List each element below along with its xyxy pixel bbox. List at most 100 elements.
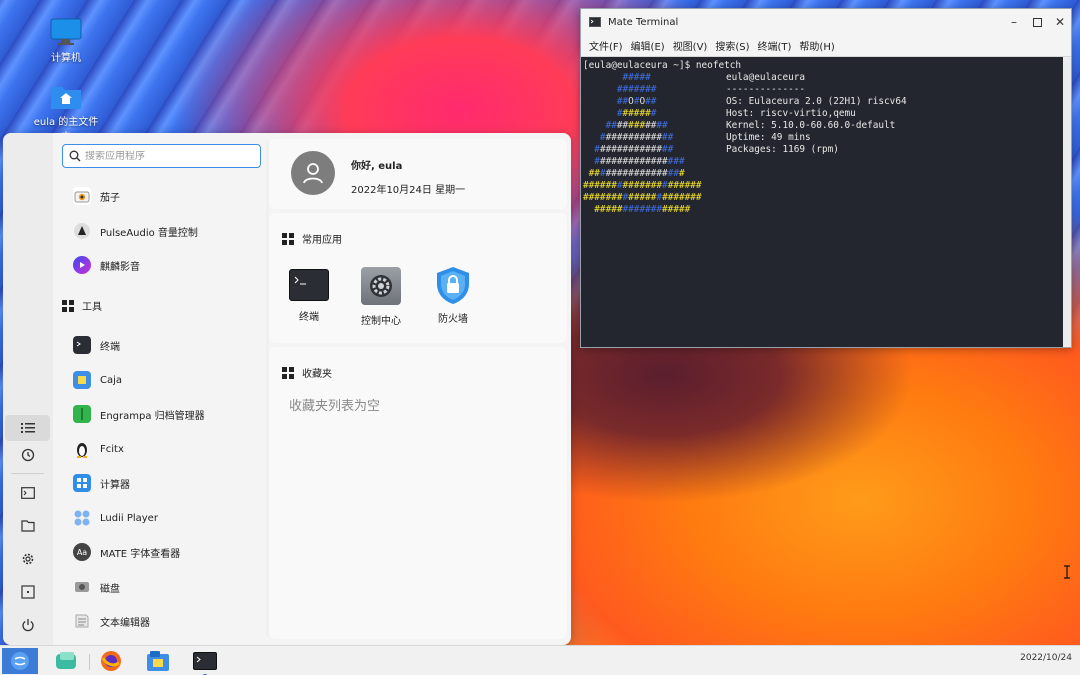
terminal-taskbar-button[interactable] — [191, 648, 219, 674]
app-item-caja[interactable]: Caja — [73, 367, 263, 393]
power-icon — [21, 618, 35, 632]
search-box[interactable] — [62, 144, 261, 168]
gear-icon — [21, 552, 35, 566]
terminal-icon — [289, 269, 329, 301]
lock-screen-button[interactable] — [5, 579, 50, 605]
common-app-label: 终端 — [283, 308, 335, 323]
app-label: 茄子 — [100, 189, 120, 204]
app-label: MATE 字体查看器 — [100, 545, 180, 560]
app-item-kylin-video[interactable]: 麒麟影音 — [73, 252, 263, 278]
terminal-output[interactable]: [eula@eulaceura ~]$ neofetch ##### #####… — [581, 57, 1064, 347]
terminal-titlebar[interactable]: Mate Terminal – ✕ — [581, 9, 1071, 35]
recent-button[interactable] — [5, 442, 50, 468]
file-manager-icon — [73, 371, 91, 389]
camera-icon — [73, 187, 91, 205]
archive-icon — [73, 405, 91, 423]
favorites-empty-text: 收藏夹列表为空 — [289, 395, 380, 414]
user-greeting: 你好, eula — [351, 157, 402, 172]
close-icon: ✕ — [1055, 15, 1065, 29]
info-line: Kernel: 5.10.0-60.60.0-default — [726, 120, 907, 132]
close-button[interactable]: ✕ — [1053, 15, 1067, 29]
start-menu-icon — [10, 651, 30, 671]
minimize-button[interactable]: – — [1007, 15, 1021, 29]
desktop-icon-computer[interactable]: 计算机 — [31, 18, 101, 64]
file-manager-button[interactable] — [144, 648, 172, 674]
disk-icon — [73, 578, 91, 596]
common-app-terminal[interactable]: 终端 — [283, 269, 335, 323]
section-title: 工具 — [82, 298, 102, 313]
desktop-icon-label: 计算机 — [31, 49, 101, 64]
taskbar: 2022/10/24 — [0, 645, 1080, 675]
menu-view[interactable]: 视图(V) — [669, 38, 712, 53]
terminal-window: Mate Terminal – ✕ 文件(F) 编辑(E) 视图(V) 搜索(S… — [580, 8, 1072, 348]
app-item-disks[interactable]: 磁盘 — [73, 574, 263, 600]
common-apps-header: 常用应用 — [282, 231, 342, 246]
menu-terminal[interactable]: 终端(T) — [754, 38, 796, 53]
terminal-icon — [73, 336, 91, 354]
start-menu-button[interactable] — [2, 648, 38, 674]
search-input[interactable] — [85, 151, 245, 162]
penguin-icon — [73, 440, 91, 458]
terminal-prompt: [eula@eulaceura ~]$ neofetch — [583, 60, 1064, 72]
menu-edit[interactable]: 编辑(E) — [627, 38, 669, 53]
start-menu: 茄子 PulseAudio 音量控制 麒麟影音 工具 终端 Caja Engra… — [3, 133, 571, 645]
font-icon: Aa — [73, 543, 91, 561]
settings-button[interactable] — [5, 546, 50, 572]
common-app-label: 控制中心 — [351, 312, 411, 327]
multitask-icon — [55, 651, 77, 671]
file-manager-icon — [146, 650, 170, 672]
app-item-text-editor[interactable]: 文本编辑器 — [73, 608, 263, 634]
text-cursor-icon — [1064, 565, 1070, 579]
favorites-card: 收藏夹 收藏夹列表为空 — [269, 347, 567, 639]
control-center-icon — [361, 267, 401, 305]
terminal-scrollbar[interactable] — [1063, 57, 1071, 347]
taskbar-date[interactable]: 2022/10/24 — [1020, 653, 1072, 663]
video-player-icon — [73, 256, 91, 274]
app-label: Caja — [100, 375, 122, 386]
power-button[interactable] — [5, 612, 50, 638]
app-item-camera[interactable]: 茄子 — [73, 183, 263, 209]
menu-search[interactable]: 搜索(S) — [711, 38, 753, 53]
info-line: -------------- — [726, 84, 907, 96]
menu-help[interactable]: 帮助(H) — [795, 38, 838, 53]
minimize-icon: – — [1011, 15, 1017, 29]
common-app-control-center[interactable]: 控制中心 — [351, 267, 411, 327]
app-item-engrampa[interactable]: Engrampa 归档管理器 — [73, 401, 263, 427]
section-title: 收藏夹 — [302, 365, 332, 380]
distro-logo: ##### ####### ##O#O## ####### ##########… — [583, 72, 723, 216]
avatar[interactable] — [291, 151, 335, 195]
grid-icon — [62, 300, 74, 312]
common-app-firewall[interactable]: 防火墙 — [427, 265, 479, 325]
info-line: Packages: 1169 (rpm) — [726, 144, 907, 156]
app-item-pulseaudio[interactable]: PulseAudio 音量控制 — [73, 218, 263, 244]
info-line: OS: Eulaceura 2.0 (22H1) riscv64 — [726, 96, 907, 108]
terminal-icon — [589, 17, 601, 27]
firefox-button[interactable] — [97, 648, 125, 674]
search-icon — [69, 150, 81, 162]
start-menu-rail — [3, 133, 53, 645]
app-label: 磁盘 — [100, 580, 120, 595]
folder-icon — [21, 520, 35, 532]
app-label: 计算器 — [100, 476, 130, 491]
calculator-icon — [73, 474, 91, 492]
app-label: Engrampa 归档管理器 — [100, 407, 205, 422]
app-item-calculator[interactable]: 计算器 — [73, 470, 263, 496]
terminal-shortcut-button[interactable] — [5, 480, 50, 506]
favorites-header: 收藏夹 — [282, 365, 332, 380]
screen-icon — [21, 585, 35, 599]
maximize-button[interactable] — [1030, 15, 1044, 29]
firewall-icon — [433, 265, 473, 305]
app-item-terminal[interactable]: 终端 — [73, 332, 263, 358]
home-folder-icon — [50, 82, 82, 110]
all-apps-button[interactable] — [5, 415, 50, 441]
files-button[interactable] — [5, 513, 50, 539]
app-item-ludii[interactable]: Ludii Player — [73, 505, 263, 531]
terminal-menubar: 文件(F) 编辑(E) 视图(V) 搜索(S) 终端(T) 帮助(H) — [581, 35, 1071, 57]
app-item-fcitx[interactable]: Fcitx — [73, 436, 263, 462]
app-item-font-viewer[interactable]: Aa MATE 字体查看器 — [73, 539, 263, 565]
multitask-button[interactable] — [52, 648, 80, 674]
section-title: 常用应用 — [302, 231, 342, 246]
clock-icon — [21, 448, 35, 462]
menu-file[interactable]: 文件(F) — [585, 38, 627, 53]
monitor-icon — [50, 18, 82, 46]
